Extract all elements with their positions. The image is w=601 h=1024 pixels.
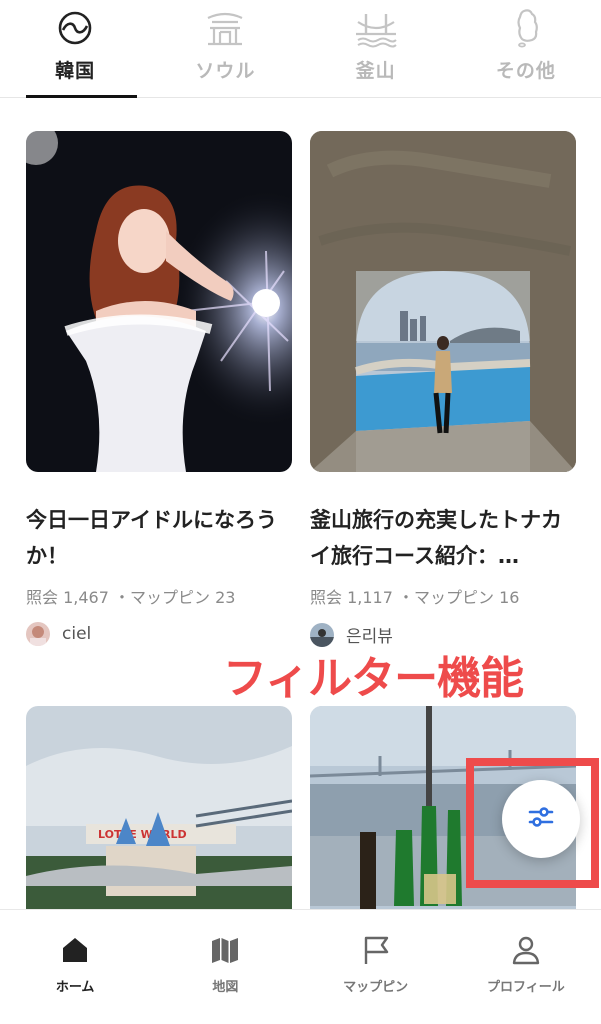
flag-icon [358, 932, 394, 968]
author-name: ciel [62, 624, 92, 644]
tab-seoul[interactable]: ソウル [150, 0, 300, 97]
post-stats: 照会 1,467 ・マップピン 23 [26, 588, 236, 607]
nav-mappin-label: マップピン [343, 980, 409, 995]
post-card[interactable]: LOTTE WORLD [26, 706, 292, 909]
tab-korea[interactable]: 韓国 [0, 0, 150, 98]
map-icon [207, 932, 243, 968]
tab-seoul-label: ソウル [195, 60, 256, 82]
nav-home-label: ホーム [55, 980, 95, 995]
tab-busan-label: 釜山 [355, 60, 396, 82]
bottom-nav: ホーム 地図 マップピン プロフィール [0, 909, 601, 1024]
post-thumbnail-idol[interactable] [26, 131, 292, 472]
region-tabs: 韓国 ソウル 釜山 その他 [0, 0, 601, 98]
korea-circle-icon [53, 6, 97, 50]
post-stats: 照会 1,117 ・マップピン 16 [310, 588, 520, 607]
tab-busan[interactable]: 釜山 [301, 0, 451, 97]
korea-map-icon [504, 6, 548, 50]
filter-button[interactable] [502, 780, 580, 858]
post-title[interactable]: 今日一日アイドルになろうか！ [26, 502, 292, 574]
filter-sliders-icon [527, 803, 555, 835]
tab-other[interactable]: その他 [451, 0, 601, 97]
post-thumbnail-lotte-world[interactable]: LOTTE WORLD [26, 706, 292, 909]
nav-map-label: 地図 [212, 980, 239, 995]
nav-profile[interactable]: プロフィール [451, 910, 601, 1024]
svg-text:LOTTE WORLD: LOTTE WORLD [98, 828, 187, 841]
filter-annotation-label: フィルター機能 [223, 653, 524, 704]
post-thumbnail-busan-tunnel[interactable] [310, 131, 576, 472]
post-card[interactable]: 今日一日アイドルになろうか！ 照会 1,467 ・マップピン 23 ciel [26, 131, 292, 646]
person-icon [508, 932, 544, 968]
tab-other-label: その他 [495, 60, 556, 82]
bridge-icon [354, 6, 398, 50]
nav-mappin[interactable]: マップピン [301, 910, 451, 1024]
nav-map[interactable]: 地図 [150, 910, 300, 1024]
tab-korea-label: 韓国 [55, 60, 96, 82]
post-title[interactable]: 釜山旅行の充実したトナカイ旅行コース紹介：… [310, 502, 576, 574]
nav-profile-label: プロフィール [487, 980, 565, 995]
palace-gate-icon [203, 6, 247, 50]
post-card[interactable]: 釜山旅行の充実したトナカイ旅行コース紹介：… 照会 1,117 ・マップピン 1… [310, 131, 576, 647]
home-icon [57, 932, 93, 968]
nav-home[interactable]: ホーム [0, 910, 150, 1024]
avatar [26, 622, 50, 646]
